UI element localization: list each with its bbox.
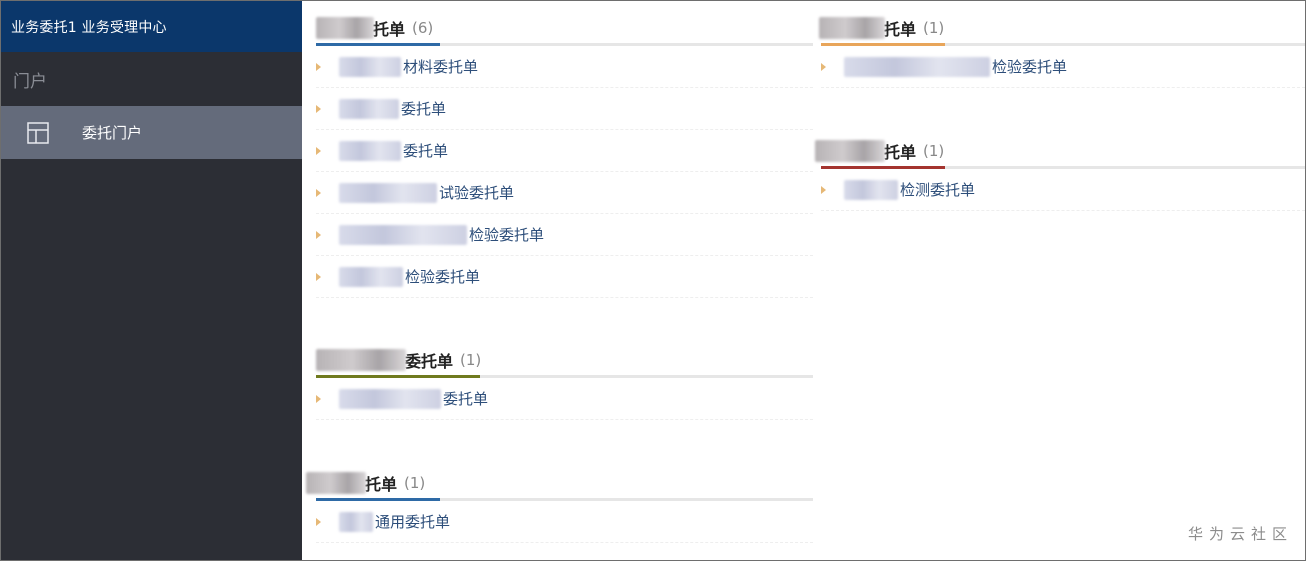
layout-grid-icon: [27, 121, 49, 144]
item-label: 通用委托单: [375, 513, 451, 531]
group-title: 托单: [373, 20, 406, 39]
group-accent: [821, 43, 945, 46]
group-header: 托单 (1): [819, 13, 1305, 43]
list-item[interactable]: 委托单: [316, 88, 813, 130]
item-label: 检验委托单: [469, 226, 545, 244]
redacted-text: [819, 17, 885, 39]
group-list: 通用委托单: [316, 501, 813, 543]
bullet-triangle-icon: [316, 394, 321, 403]
bullet-triangle-icon: [316, 517, 321, 526]
redacted-text: [815, 140, 885, 162]
group-rule: [316, 43, 813, 46]
group-rule: [316, 498, 813, 501]
group-commission: 托单 (1) 通用委托单: [306, 468, 813, 543]
redacted-text: [339, 388, 441, 409]
redacted-text: [339, 56, 401, 77]
item-label: 检测委托单: [900, 181, 976, 199]
redacted-text: [339, 98, 399, 119]
group-count: (1): [404, 474, 426, 492]
list-item[interactable]: 检验委托单: [316, 256, 813, 298]
group-title: 委托单: [405, 352, 454, 371]
redacted-text: [316, 17, 374, 39]
item-label: 委托单: [401, 100, 447, 118]
sidebar-section-portal: 门户: [13, 71, 47, 92]
redacted-text: [339, 224, 467, 245]
group-rule: [821, 166, 1305, 169]
bullet-triangle-icon: [316, 272, 321, 281]
group-count: (1): [460, 351, 482, 369]
sidebar-item-label: 委托门户: [82, 124, 143, 142]
item-label: 检验委托单: [405, 268, 481, 286]
group-list: 材料委托单 委托单 委托单 试验委托单 检验委托单 检验委托单: [316, 46, 813, 298]
group-list: 检测委托单: [821, 169, 1305, 211]
group-header: 委托单 (1): [316, 345, 813, 375]
bullet-triangle-icon: [316, 104, 321, 113]
group-title: 托单: [884, 20, 917, 39]
redacted-text: [339, 266, 403, 287]
group-accent: [316, 375, 480, 378]
group-commission: 托单 (1) 检测委托单: [815, 136, 1305, 211]
redacted-text: [339, 511, 373, 532]
group-title: 托单: [884, 143, 917, 162]
group-count: (6): [412, 19, 434, 37]
redacted-text: [316, 349, 406, 371]
list-item[interactable]: 委托单: [316, 130, 813, 172]
list-item[interactable]: 材料委托单: [316, 46, 813, 88]
app-title: 业务委托1 业务受理中心: [1, 1, 302, 52]
redacted-text: [844, 56, 990, 77]
watermark: 华为云社区: [1187, 525, 1293, 543]
item-label: 委托单: [403, 142, 449, 160]
list-item[interactable]: 通用委托单: [316, 501, 813, 543]
redacted-text: [306, 472, 366, 494]
group-rule: [821, 43, 1305, 46]
sidebar-item-commission-portal[interactable]: 委托门户: [1, 106, 302, 159]
group-title: 托单: [365, 475, 398, 494]
app-window: 业务委托1 业务受理中心 门户 委托门户 托单 (6) 材料委托单 委托单 委托…: [0, 0, 1306, 561]
bullet-triangle-icon: [316, 188, 321, 197]
list-item[interactable]: 检测委托单: [821, 169, 1305, 211]
sidebar: 业务委托1 业务受理中心 门户 委托门户: [1, 1, 302, 560]
group-header: 托单 (1): [306, 468, 813, 498]
group-header: 托单 (6): [316, 13, 813, 43]
group-header: 托单 (1): [815, 136, 1305, 166]
group-list: 委托单: [316, 378, 813, 420]
list-item[interactable]: 试验委托单: [316, 172, 813, 214]
group-commission: 委托单 (1) 委托单: [316, 345, 813, 420]
bullet-triangle-icon: [821, 62, 826, 71]
bullet-triangle-icon: [821, 185, 826, 194]
list-item[interactable]: 委托单: [316, 378, 813, 420]
group-count: (1): [923, 19, 945, 37]
item-label: 材料委托单: [403, 58, 479, 76]
main-content: 托单 (6) 材料委托单 委托单 委托单 试验委托单 检验委托单 检验委托单 委…: [303, 1, 1305, 560]
item-label: 检验委托单: [992, 58, 1068, 76]
group-commission: 托单 (6) 材料委托单 委托单 委托单 试验委托单 检验委托单 检验委托单: [316, 13, 813, 298]
group-list: 检验委托单: [821, 46, 1305, 88]
group-accent: [316, 498, 440, 501]
list-item[interactable]: 检验委托单: [821, 46, 1305, 88]
group-count: (1): [923, 142, 945, 160]
bullet-triangle-icon: [316, 62, 321, 71]
item-label: 委托单: [443, 390, 489, 408]
group-accent: [316, 43, 440, 46]
group-rule: [316, 375, 813, 378]
item-label: 试验委托单: [439, 184, 515, 202]
bullet-triangle-icon: [316, 230, 321, 239]
redacted-text: [844, 179, 898, 200]
bullet-triangle-icon: [316, 146, 321, 155]
redacted-text: [339, 140, 401, 161]
list-item[interactable]: 检验委托单: [316, 214, 813, 256]
group-accent: [821, 166, 945, 169]
group-commission: 托单 (1) 检验委托单: [819, 13, 1305, 88]
redacted-text: [339, 182, 437, 203]
